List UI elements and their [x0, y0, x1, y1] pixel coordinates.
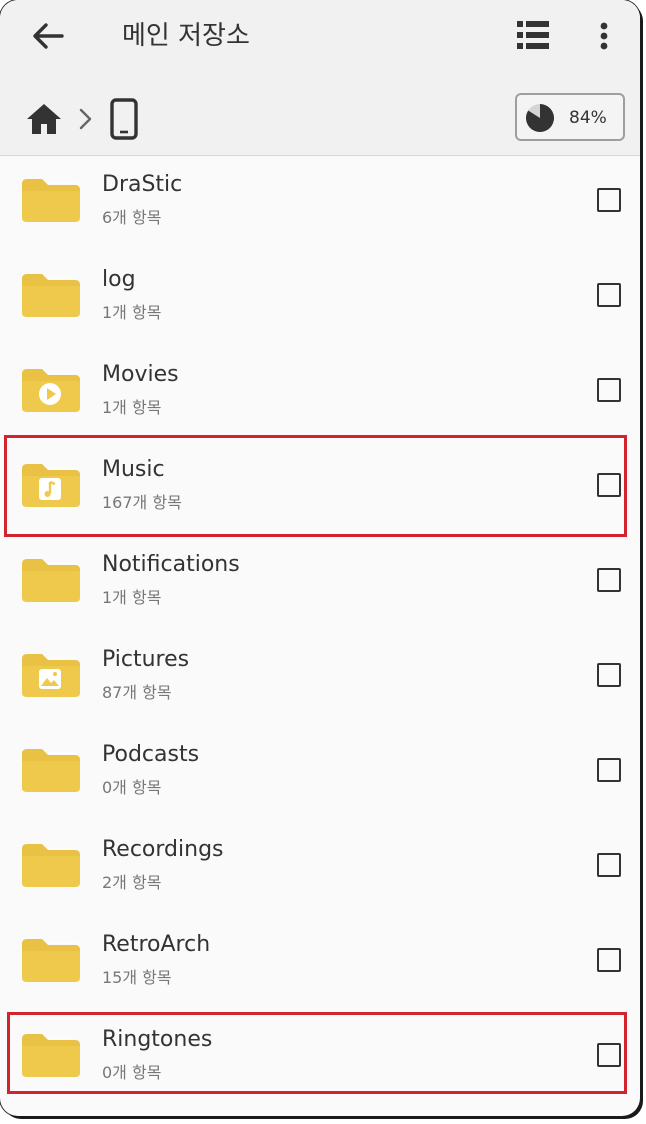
folder-item-count: 87개 항목 [102, 683, 172, 702]
folder-name: Movies [102, 362, 179, 387]
folder-row-music[interactable]: Music 167개 항목 [0, 441, 640, 536]
folder-list: DraStic 6개 항목 log 1개 항목 Movies 1개 항목 Mus… [0, 156, 640, 1106]
folder-name: Podcasts [102, 742, 200, 767]
folder-row-recordings[interactable]: Recordings 2개 항목 [0, 821, 640, 916]
folder-icon [22, 749, 80, 792]
select-checkbox[interactable] [597, 853, 621, 877]
file-manager-screen: 메인 저장소 84% DraStic 6개 항목 log 1개 항목 Movie… [0, 0, 640, 1116]
folder-name: Ringtones [102, 1027, 213, 1052]
folder-name: Music [102, 457, 165, 482]
folder-icon [22, 179, 80, 222]
folder-item-count: 1개 항목 [102, 588, 162, 607]
folder-icon [22, 559, 80, 602]
folder-row-pictures[interactable]: Pictures 87개 항목 [0, 631, 640, 726]
folder-name: log [102, 267, 136, 292]
select-checkbox[interactable] [597, 568, 621, 592]
folder-row-podcasts[interactable]: Podcasts 0개 항목 [0, 726, 640, 821]
more-vert-icon[interactable] [590, 16, 618, 56]
folder-name: Pictures [102, 647, 190, 672]
folder-name: Recordings [102, 837, 224, 862]
top-app-bar: 메인 저장소 84% [0, 0, 640, 156]
folder-item-count: 0개 항목 [102, 778, 162, 797]
select-checkbox[interactable] [597, 188, 621, 212]
folder-icon [22, 844, 80, 887]
folder-item-count: 0개 항목 [102, 1063, 162, 1082]
folder-music-icon [22, 464, 80, 507]
arrow-left-icon[interactable] [26, 16, 70, 56]
folder-item-count: 1개 항목 [102, 303, 162, 322]
folder-item-count: 15개 항목 [102, 968, 172, 987]
storage-usage-button[interactable]: 84% [515, 93, 625, 141]
list-view-icon[interactable] [514, 18, 552, 52]
select-checkbox[interactable] [597, 758, 621, 782]
select-checkbox[interactable] [597, 663, 621, 687]
page-title: 메인 저장소 [122, 21, 250, 51]
folder-icon [22, 939, 80, 982]
folder-row-retroarch[interactable]: RetroArch 15개 항목 [0, 916, 640, 1011]
folder-row-log[interactable]: log 1개 항목 [0, 251, 640, 346]
folder-video-icon [22, 369, 80, 412]
folder-item-count: 167개 항목 [102, 493, 182, 512]
folder-icon [22, 274, 80, 317]
chevron-right-icon [79, 108, 92, 130]
select-checkbox[interactable] [597, 283, 621, 307]
phone-icon[interactable] [106, 98, 142, 140]
folder-item-count: 2개 항목 [102, 873, 162, 892]
folder-icon [22, 1034, 80, 1077]
folder-item-count: 6개 항목 [102, 208, 162, 227]
home-icon[interactable] [24, 100, 64, 138]
select-checkbox[interactable] [597, 378, 621, 402]
folder-row-drastic[interactable]: DraStic 6개 항목 [0, 156, 640, 251]
folder-name: DraStic [102, 172, 183, 197]
storage-percent: 84% [569, 108, 607, 128]
folder-row-movies[interactable]: Movies 1개 항목 [0, 346, 640, 441]
folder-image-icon [22, 654, 80, 697]
folder-name: Notifications [102, 552, 240, 577]
select-checkbox[interactable] [597, 473, 621, 497]
select-checkbox[interactable] [597, 948, 621, 972]
select-checkbox[interactable] [597, 1043, 621, 1067]
folder-row-ringtones[interactable]: Ringtones 0개 항목 [0, 1011, 640, 1106]
folder-item-count: 1개 항목 [102, 398, 162, 417]
storage-pie-icon [526, 104, 555, 132]
folder-row-notifications[interactable]: Notifications 1개 항목 [0, 536, 640, 631]
folder-name: RetroArch [102, 932, 211, 957]
